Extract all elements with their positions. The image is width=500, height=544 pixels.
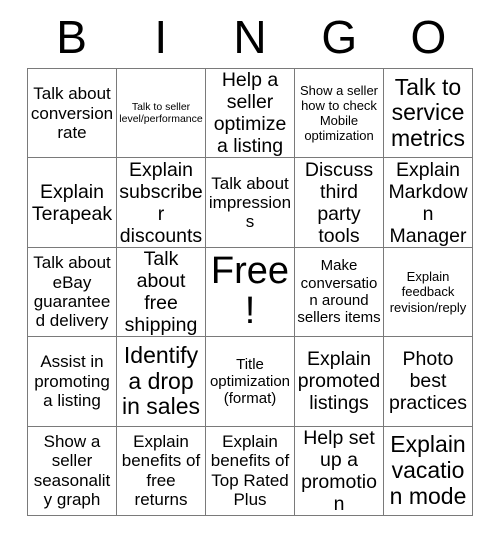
- bingo-grid: Talk about conversion rate Talk to selle…: [27, 68, 473, 516]
- bingo-cell-b1[interactable]: Talk about conversion rate: [28, 69, 117, 159]
- bingo-cell-b3[interactable]: Talk about eBay guaranteed delivery: [28, 247, 117, 338]
- bingo-cell-i1[interactable]: Talk to seller level/performance: [117, 69, 206, 159]
- bingo-cell-i4[interactable]: Identify a drop in sales: [117, 337, 206, 427]
- bingo-header-letter-i: I: [154, 11, 168, 63]
- bingo-cell-text: Help a seller optimize a listing: [213, 69, 287, 158]
- bingo-cell-n5[interactable]: Explain benefits of Top Rated Plus: [206, 426, 295, 516]
- bingo-card: B I N G O Talk about conversion rate Tal…: [0, 0, 500, 544]
- bingo-cell-n1[interactable]: Help a seller optimize a listing: [206, 69, 295, 159]
- bingo-cell-text: Explain promoted listings: [297, 348, 381, 415]
- bingo-cell-text: Free!: [210, 250, 290, 332]
- bingo-cell-text: Title optimization (format): [209, 355, 291, 408]
- bingo-cell-g3[interactable]: Make conversation around sellers items: [295, 247, 384, 338]
- bingo-header-letter-b: B: [56, 11, 87, 63]
- bingo-cell-b2[interactable]: Explain Terapeak: [28, 158, 117, 248]
- bingo-cell-i5[interactable]: Explain benefits of free returns: [117, 426, 206, 516]
- bingo-cell-text: Explain subscriber discounts: [119, 158, 203, 247]
- bingo-cell-text: Discuss third party tools: [304, 158, 374, 247]
- bingo-cell-text: Talk about impressions: [208, 173, 292, 232]
- bingo-cell-g1[interactable]: Show a seller how to check Mobile optimi…: [295, 69, 384, 159]
- bingo-cell-g4[interactable]: Explain promoted listings: [295, 337, 384, 427]
- bingo-cell-text: Talk about conversion rate: [30, 84, 114, 142]
- bingo-cell-text: Photo best practices: [388, 348, 468, 415]
- bingo-cell-b4[interactable]: Assist in promoting a listing: [28, 337, 117, 427]
- bingo-header-letter-o: O: [410, 11, 447, 63]
- bingo-header-letter-g: G: [321, 11, 358, 63]
- bingo-cell-text: Show a seller seasonality graph: [33, 432, 111, 510]
- bingo-cell-o3[interactable]: Explain feedback revision/reply: [384, 247, 473, 338]
- bingo-cell-text: Explain Markdown Manager: [388, 158, 468, 247]
- bingo-cell-text: Explain benefits of Top Rated Plus: [210, 432, 290, 510]
- bingo-cell-text: Make conversation around sellers items: [297, 257, 381, 327]
- bingo-cell-text: Explain vacation mode: [389, 431, 467, 509]
- bingo-cell-g5[interactable]: Help set up a promotion: [295, 426, 384, 516]
- bingo-cell-text: Explain feedback revision/reply: [389, 269, 467, 315]
- bingo-cell-text: Show a seller how to check Mobile optimi…: [299, 83, 379, 144]
- bingo-cell-text: Explain benefits of free returns: [121, 432, 201, 510]
- bingo-cell-text: Talk about eBay guaranteed delivery: [33, 253, 111, 331]
- bingo-cell-g2[interactable]: Discuss third party tools: [295, 158, 384, 248]
- bingo-cell-o5[interactable]: Explain vacation mode: [384, 426, 473, 516]
- bingo-cell-free-space[interactable]: Free!: [206, 247, 295, 338]
- bingo-cell-n4[interactable]: Title optimization (format): [206, 337, 295, 427]
- bingo-cell-o4[interactable]: Photo best practices: [384, 337, 473, 427]
- bingo-cell-i3[interactable]: Talk about free shipping: [117, 247, 206, 338]
- bingo-cell-text: Identify a drop in sales: [122, 341, 200, 420]
- bingo-cell-text: Talk to seller level/performance: [119, 100, 203, 126]
- bingo-cell-text: Talk to service metrics: [390, 73, 466, 152]
- bingo-cell-text: Help set up a promotion: [301, 426, 377, 515]
- bingo-cell-o2[interactable]: Explain Markdown Manager: [384, 158, 473, 248]
- bingo-cell-o1[interactable]: Talk to service metrics: [384, 69, 473, 159]
- bingo-cell-n2[interactable]: Talk about impressions: [206, 158, 295, 248]
- bingo-header-letter-n: N: [233, 11, 267, 63]
- bingo-cell-text: Explain Terapeak: [31, 180, 113, 225]
- bingo-header-row: B I N G O: [27, 8, 473, 66]
- bingo-cell-b5[interactable]: Show a seller seasonality graph: [28, 426, 117, 516]
- bingo-cell-text: Talk about free shipping: [124, 247, 198, 337]
- bingo-cell-i2[interactable]: Explain subscriber discounts: [117, 158, 206, 248]
- bingo-cell-text: Assist in promoting a listing: [34, 352, 110, 411]
